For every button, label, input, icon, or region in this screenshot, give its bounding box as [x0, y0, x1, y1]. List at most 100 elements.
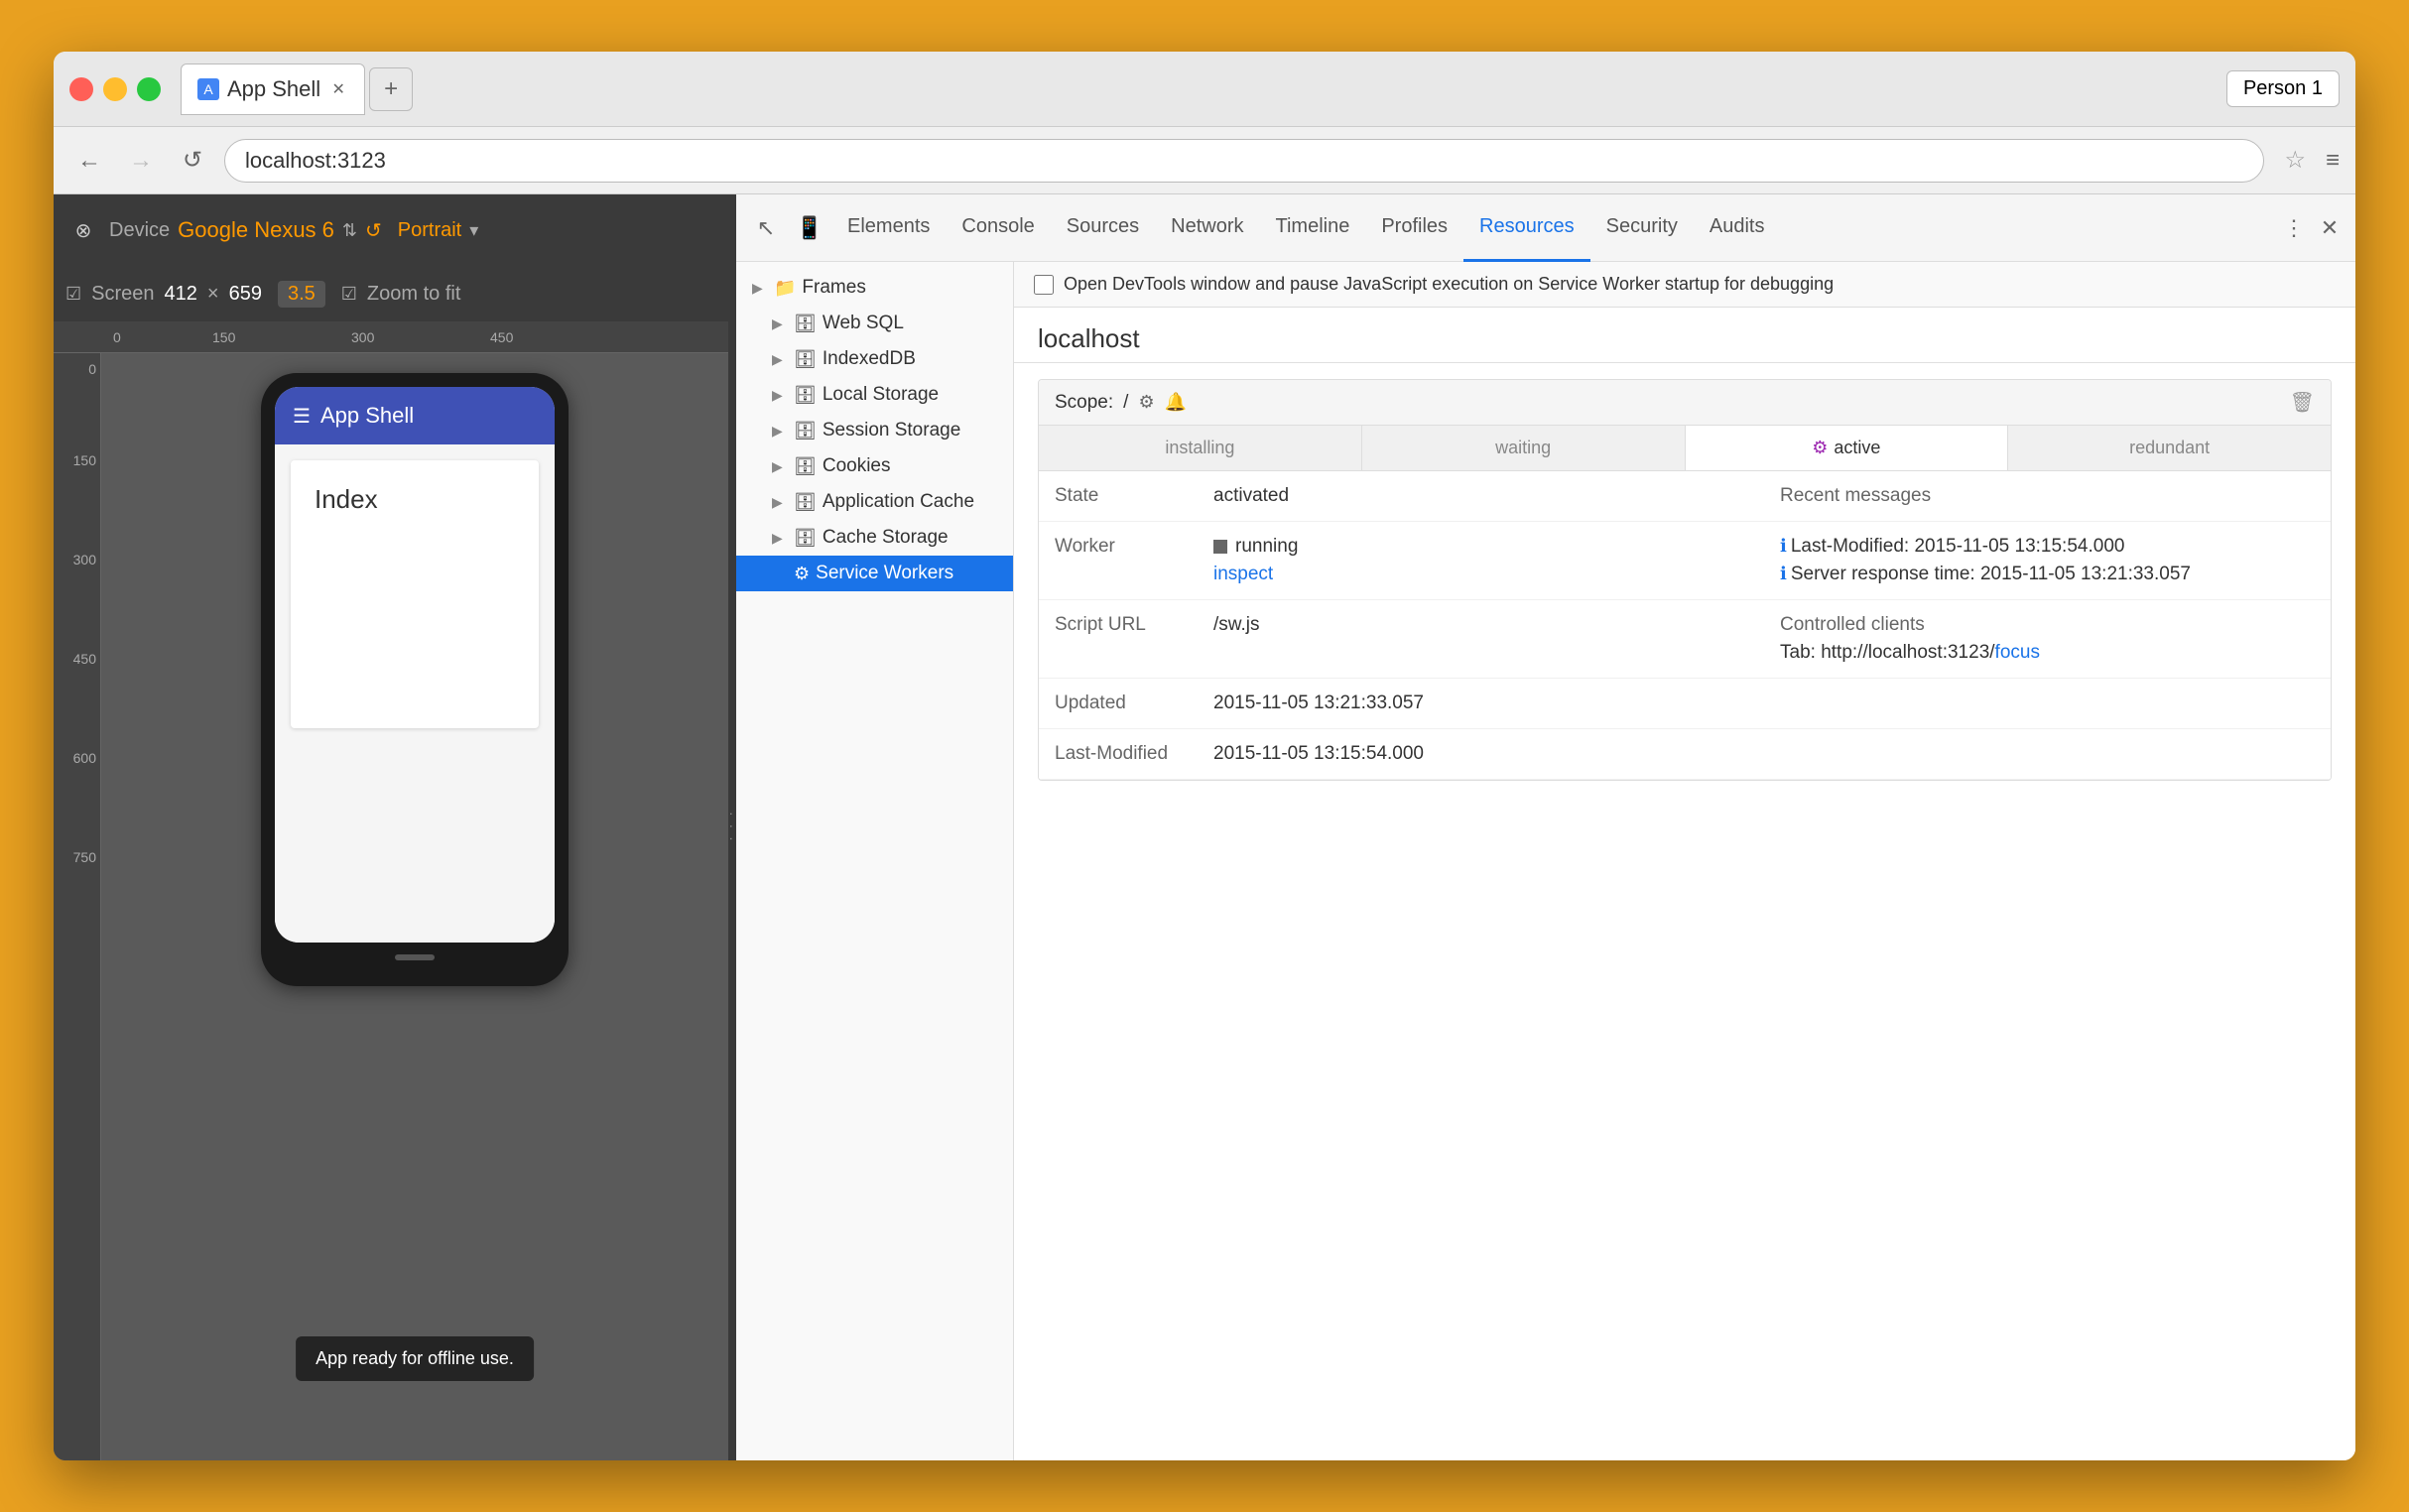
portrait-label: Portrait	[398, 219, 461, 242]
worker-running-square	[1213, 540, 1227, 554]
v-tick-600: 600	[73, 750, 96, 766]
tab-elements[interactable]: Elements	[831, 194, 946, 262]
application-cache-icon: 🗄	[794, 492, 817, 513]
sw-notice-text: Open DevTools window and pause JavaScrip…	[1064, 274, 1834, 295]
scope-label: Scope:	[1055, 392, 1113, 414]
tree-arrow-local-storage: ▶	[772, 387, 788, 404]
indexeddb-icon: 🗄	[794, 349, 817, 370]
new-tab-button[interactable]: +	[369, 67, 413, 111]
tree-arrow-cookies: ▶	[772, 458, 788, 475]
devtools-tabs: ↖ 📱 Elements Console Sources Network Tim…	[736, 194, 2355, 262]
tree-item-service-workers[interactable]: ⚙ Service Workers	[736, 556, 1013, 591]
device-viewport: 0 150 300 450 0 150 300 450 600 750	[54, 321, 728, 1460]
tab-profiles[interactable]: Profiles	[1365, 194, 1463, 262]
reload-button[interactable]: ↺	[173, 141, 212, 181]
browser-tab-active[interactable]: A App Shell ✕	[181, 63, 365, 115]
bookmark-icon[interactable]: ☆	[2284, 146, 2306, 175]
more-tabs-button[interactable]: ⋮	[2276, 210, 2312, 246]
tree-item-frames[interactable]: ▶ 📁 Frames	[736, 270, 1013, 306]
session-storage-label: Session Storage	[823, 420, 1001, 441]
sw-debug-checkbox[interactable]	[1034, 275, 1054, 295]
device-name: Google Nexus 6	[178, 217, 334, 243]
tree-arrow-indexeddb: ▶	[772, 351, 788, 368]
device-mode-toggle[interactable]: ⊗	[65, 212, 101, 248]
screen-width: 412	[165, 283, 197, 306]
v-tick-300: 300	[73, 552, 96, 567]
portrait-dropdown-icon[interactable]: ▾	[469, 220, 478, 241]
sw-worker-panel: Scope: / ⚙ 🔔 🗑 installing	[1038, 379, 2332, 781]
tree-item-websql[interactable]: ▶ 🗄 Web SQL	[736, 306, 1013, 341]
url-bar[interactable]	[224, 139, 2264, 183]
tree-item-application-cache[interactable]: ▶ 🗄 Application Cache	[736, 484, 1013, 520]
tree-item-session-storage[interactable]: ▶ 🗄 Session Storage	[736, 413, 1013, 448]
device-toolbar: ⊗ Device Google Nexus 6 ⇅ ↺ Portrait ▾	[54, 194, 728, 266]
websql-icon: 🗄	[794, 314, 817, 334]
tree-arrow-websql: ▶	[772, 315, 788, 332]
minimize-window-button[interactable]	[103, 77, 127, 101]
message1: ℹLast-Modified: 2015-11-05 13:15:54.000	[1780, 536, 2315, 558]
worker-value: running inspect	[1198, 522, 1764, 600]
service-workers-icon: ⚙	[794, 564, 810, 584]
updated-label: Updated	[1039, 679, 1198, 729]
cache-storage-label: Cache Storage	[823, 527, 1001, 549]
worker-inspect-link[interactable]: inspect	[1213, 564, 1748, 585]
websql-label: Web SQL	[823, 313, 1001, 334]
main-content: ⊗ Device Google Nexus 6 ⇅ ↺ Portrait ▾ ☑…	[54, 194, 2355, 1460]
tree-item-indexeddb[interactable]: ▶ 🗄 IndexedDB	[736, 341, 1013, 377]
rotate-device-icon[interactable]: ↺	[365, 218, 382, 243]
devtools-panel: ↖ 📱 Elements Console Sources Network Tim…	[736, 194, 2355, 1460]
controlled-clients-section: Controlled clients Tab: http://localhost…	[1764, 600, 2331, 679]
tree-arrow-application-cache: ▶	[772, 494, 788, 511]
tab-sources[interactable]: Sources	[1051, 194, 1155, 262]
phone-app-title: App Shell	[320, 403, 414, 429]
close-window-button[interactable]	[69, 77, 93, 101]
panel-resize-handle[interactable]: · · ·	[728, 194, 736, 1460]
profile-button[interactable]: Person 1	[2226, 70, 2340, 107]
phone-bottom-bar	[275, 943, 555, 972]
sw-tab-active[interactable]: ⚙ active	[1686, 426, 2009, 470]
scope-bell-icon[interactable]: 🔔	[1165, 392, 1187, 413]
client-focus-link[interactable]: focus	[1995, 642, 2040, 663]
tree-arrow-frames: ▶	[752, 280, 768, 297]
scope-delete-icon[interactable]: 🗑	[2290, 390, 2315, 415]
tab-resources[interactable]: Resources	[1463, 194, 1590, 262]
menu-icon[interactable]: ≡	[2326, 147, 2340, 175]
screen-checkbox[interactable]: ☑	[65, 284, 81, 305]
tree-arrow-cache-storage: ▶	[772, 530, 788, 547]
tree-item-cache-storage[interactable]: ▶ 🗄 Cache Storage	[736, 520, 1013, 556]
tab-timeline[interactable]: Timeline	[1260, 194, 1366, 262]
screen-label: Screen	[91, 283, 154, 306]
device-dropdown-icon[interactable]: ⇅	[342, 220, 357, 241]
forward-button[interactable]: →	[121, 141, 161, 181]
close-devtools-button[interactable]: ✕	[2312, 210, 2347, 246]
controlled-clients-label: Controlled clients	[1780, 614, 2315, 636]
cache-storage-icon: 🗄	[794, 528, 817, 549]
ruler-tick-450: 450	[490, 329, 513, 345]
cursor-icon[interactable]: ↖	[744, 206, 788, 250]
v-tick-0: 0	[88, 361, 96, 377]
mobile-icon[interactable]: 📱	[788, 206, 831, 250]
zoom-to-fit-checkbox[interactable]: ☑	[341, 284, 357, 305]
horizontal-ruler: 0 150 300 450	[54, 321, 728, 353]
phone-content: Index	[291, 460, 539, 728]
back-button[interactable]: ←	[69, 141, 109, 181]
phone-page-heading: Index	[315, 484, 515, 515]
maximize-window-button[interactable]	[137, 77, 161, 101]
device-label: Device	[109, 219, 170, 242]
tab-network[interactable]: Network	[1155, 194, 1259, 262]
tree-item-cookies[interactable]: ▶ 🗄 Cookies	[736, 448, 1013, 484]
info-icon-2: ℹ	[1780, 564, 1787, 583]
browser-window: A App Shell ✕ + Person 1 ← → ↺ ☆ ≡ ⊗ Dev…	[54, 52, 2355, 1460]
sw-tab-waiting[interactable]: waiting	[1362, 426, 1686, 470]
scope-settings-icon[interactable]: ⚙	[1138, 392, 1154, 413]
sw-tab-installing[interactable]: installing	[1039, 426, 1362, 470]
zoom-level: 3.5	[278, 281, 325, 308]
tab-close-button[interactable]: ✕	[328, 79, 348, 99]
tab-security[interactable]: Security	[1590, 194, 1694, 262]
sw-host-header: localhost	[1014, 308, 2355, 363]
sw-tab-redundant[interactable]: redundant	[2008, 426, 2331, 470]
worker-label: Worker	[1039, 522, 1198, 600]
tree-item-local-storage[interactable]: ▶ 🗄 Local Storage	[736, 377, 1013, 413]
tab-audits[interactable]: Audits	[1694, 194, 1781, 262]
tab-console[interactable]: Console	[946, 194, 1050, 262]
